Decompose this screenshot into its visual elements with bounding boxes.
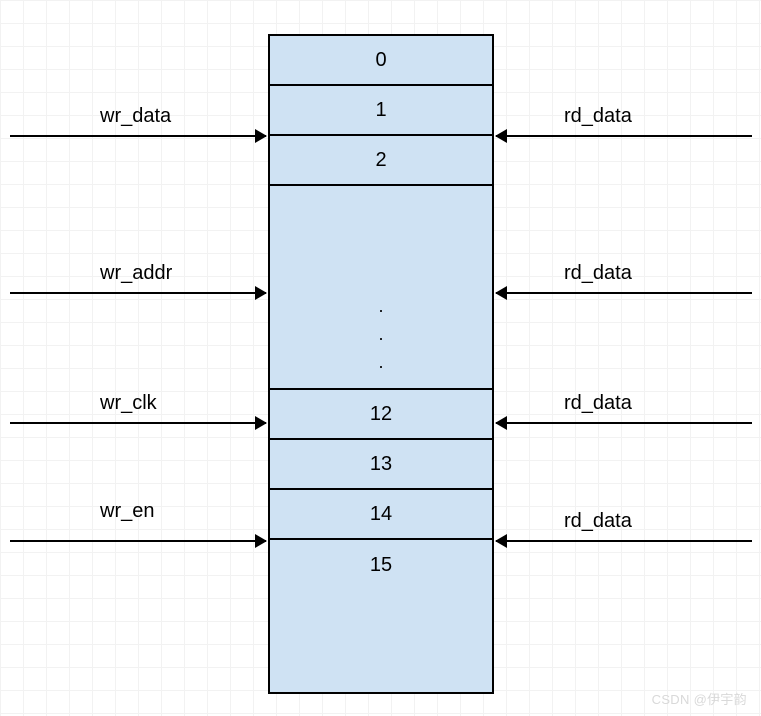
memory-cell-1: 1	[270, 86, 492, 136]
memory-cell-13: 13	[270, 440, 492, 490]
dot: .	[378, 348, 383, 376]
memory-cell-2: 2	[270, 136, 492, 186]
signal-label-right: rd_data	[564, 510, 632, 533]
signal-label-left: wr_data	[100, 105, 171, 128]
signal-label-right: rd_data	[564, 105, 632, 128]
memory-cell-15: 15	[270, 540, 492, 590]
memory-cell-14: 14	[270, 490, 492, 540]
arrow-right-icon	[10, 292, 266, 294]
signal-label-right: rd_data	[564, 392, 632, 415]
arrow-left-icon	[496, 135, 752, 137]
arrow-right-icon	[10, 422, 266, 424]
signal-label-left: wr_en	[100, 500, 154, 523]
memory-cell-0: 0	[270, 36, 492, 86]
arrow-left-icon	[496, 422, 752, 424]
watermark: CSDN @伊宇韵	[652, 689, 747, 708]
signal-label-right: rd_data	[564, 262, 632, 285]
arrow-left-icon	[496, 540, 752, 542]
signal-label-left: wr_clk	[100, 392, 157, 415]
signal-label-left: wr_addr	[100, 262, 172, 285]
arrow-right-icon	[10, 135, 266, 137]
ellipsis-dots: . . .	[378, 292, 383, 388]
memory-cell-12: 12	[270, 390, 492, 440]
arrow-right-icon	[10, 540, 266, 542]
dot: .	[378, 292, 383, 320]
memory-block: 0 1 2 . . . 12 13 14 15	[268, 34, 494, 694]
memory-ellipsis: . . .	[270, 186, 492, 390]
arrow-left-icon	[496, 292, 752, 294]
dot: .	[378, 320, 383, 348]
